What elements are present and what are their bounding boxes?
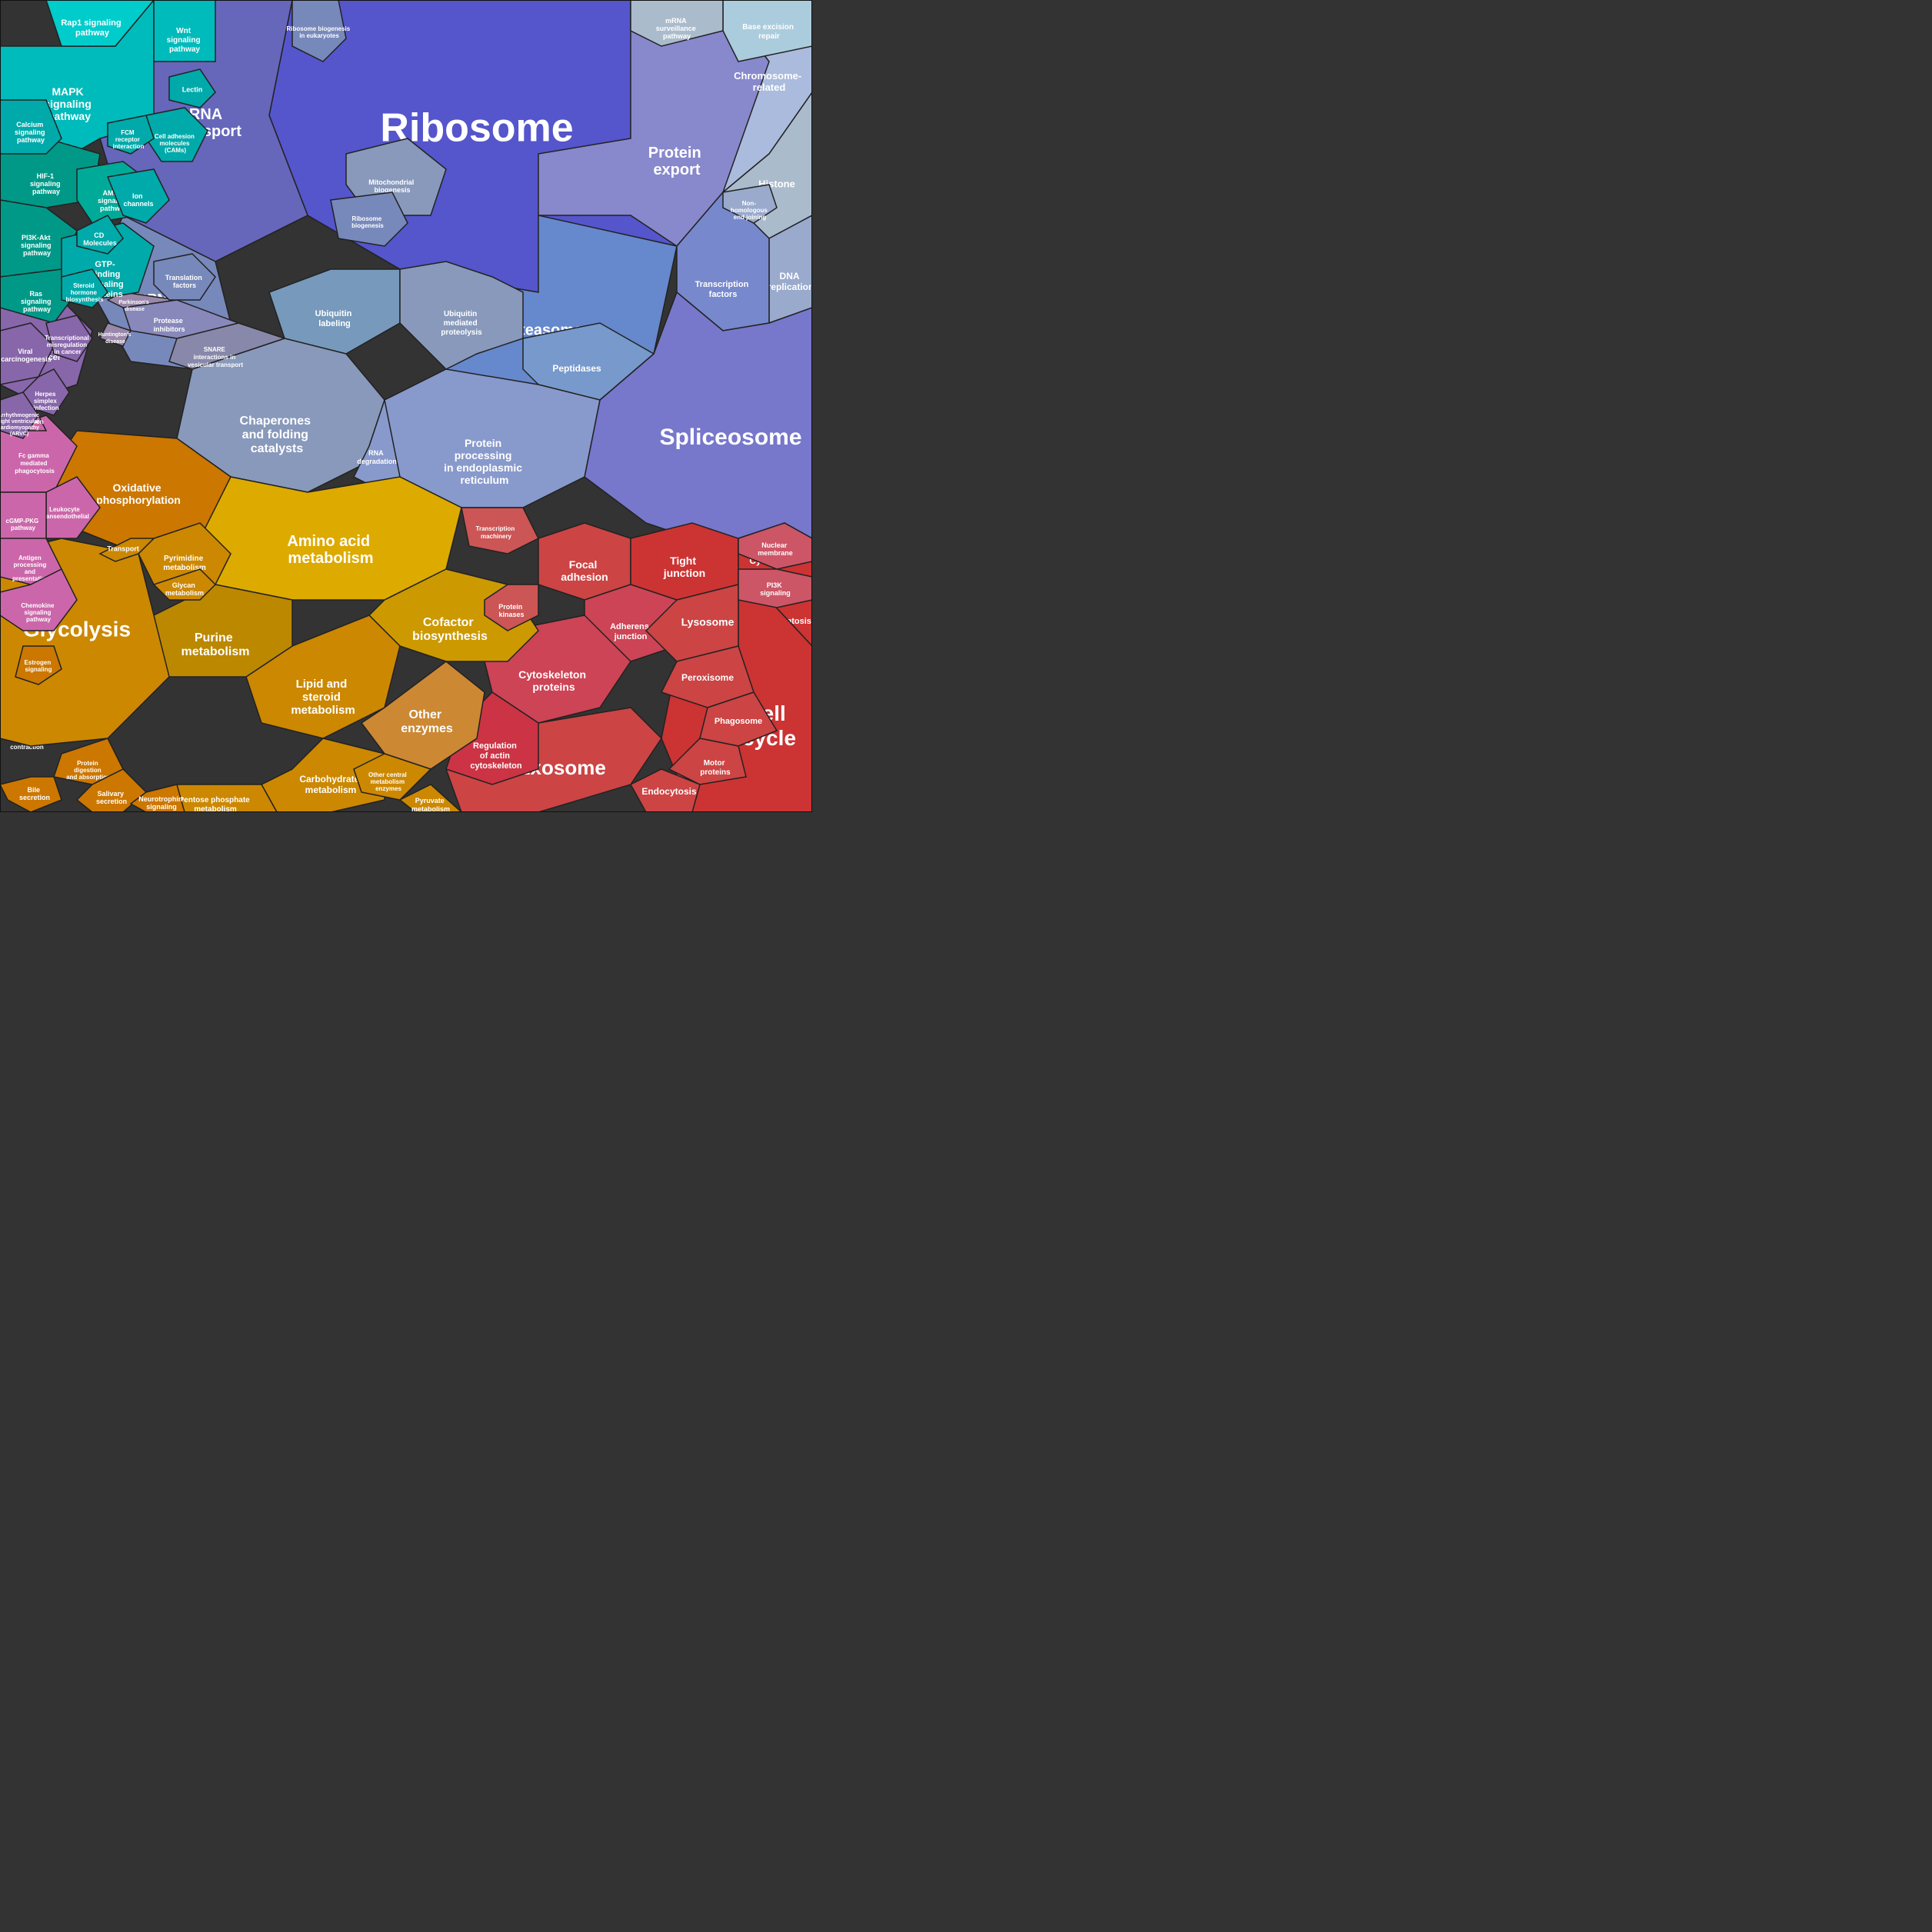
salivary-label: Salivary secretion	[96, 790, 127, 805]
ubiquitin-label-label: Ubiquitin labeling	[315, 309, 355, 328]
phagosome-label: Phagosome	[715, 717, 762, 726]
protease-inhibitors-label: Protease inhibitors	[154, 317, 185, 333]
protein-kinases-label: Protein kinases	[498, 603, 525, 618]
peptidases-label: Peptidases	[552, 363, 601, 374]
cofactor-label: Cofactor biosynthesis	[412, 616, 488, 643]
endocytosis-label: Endocytosis	[641, 786, 697, 797]
pyruvate-label: Pyruvate metabolism	[411, 797, 450, 812]
adherens-junction-label: Adherens junction	[610, 622, 651, 641]
estrogen-label: Estrogen signaling	[25, 659, 53, 673]
fc-gamma-label: Fc gamma mediated phagocytosis	[15, 452, 55, 475]
nuclear-membrane-label: Nuclear membrane	[758, 541, 793, 557]
lectin-label: Lectin	[182, 85, 203, 93]
pathway-map: Ribosome RNA transport MAPK signaling pa…	[0, 0, 812, 812]
pi3k-label: PI3K-Akt signaling pathway	[21, 234, 53, 257]
motor-proteins-label: Motor proteins	[700, 759, 731, 777]
calcium-label: Calcium signaling pathway	[15, 121, 47, 144]
transcription-machinery-label: Transcription machinery	[476, 525, 517, 540]
chemokine-label: Chemokine signaling pathway	[21, 602, 55, 623]
protein-export-label: Protein export	[648, 145, 705, 178]
peroxisome-label: Peroxisome	[681, 672, 734, 683]
herpes-label: Herpes simplex infection	[33, 391, 58, 411]
lysosome-label: Lysosome	[681, 616, 734, 628]
transport-label: Transport	[107, 545, 139, 552]
chaperones-label: Chaperones and folding catalysts	[240, 415, 315, 455]
ribosome-biogenesis2-label: Ribosome biogenesis	[351, 215, 384, 229]
amino-acid-label: Amino acid metabolism	[287, 533, 374, 567]
spliceosome-label: Spliceosome	[659, 425, 801, 450]
ubiquitin-mediated-label: Ubiquitin mediated proteolysis	[441, 310, 482, 337]
cgmp-label: cGMP-PKG pathway	[6, 518, 41, 531]
carbohydrate-label: Carbohydrate metabolism	[299, 774, 361, 795]
tight-junction-label: Tight junction	[663, 555, 705, 579]
